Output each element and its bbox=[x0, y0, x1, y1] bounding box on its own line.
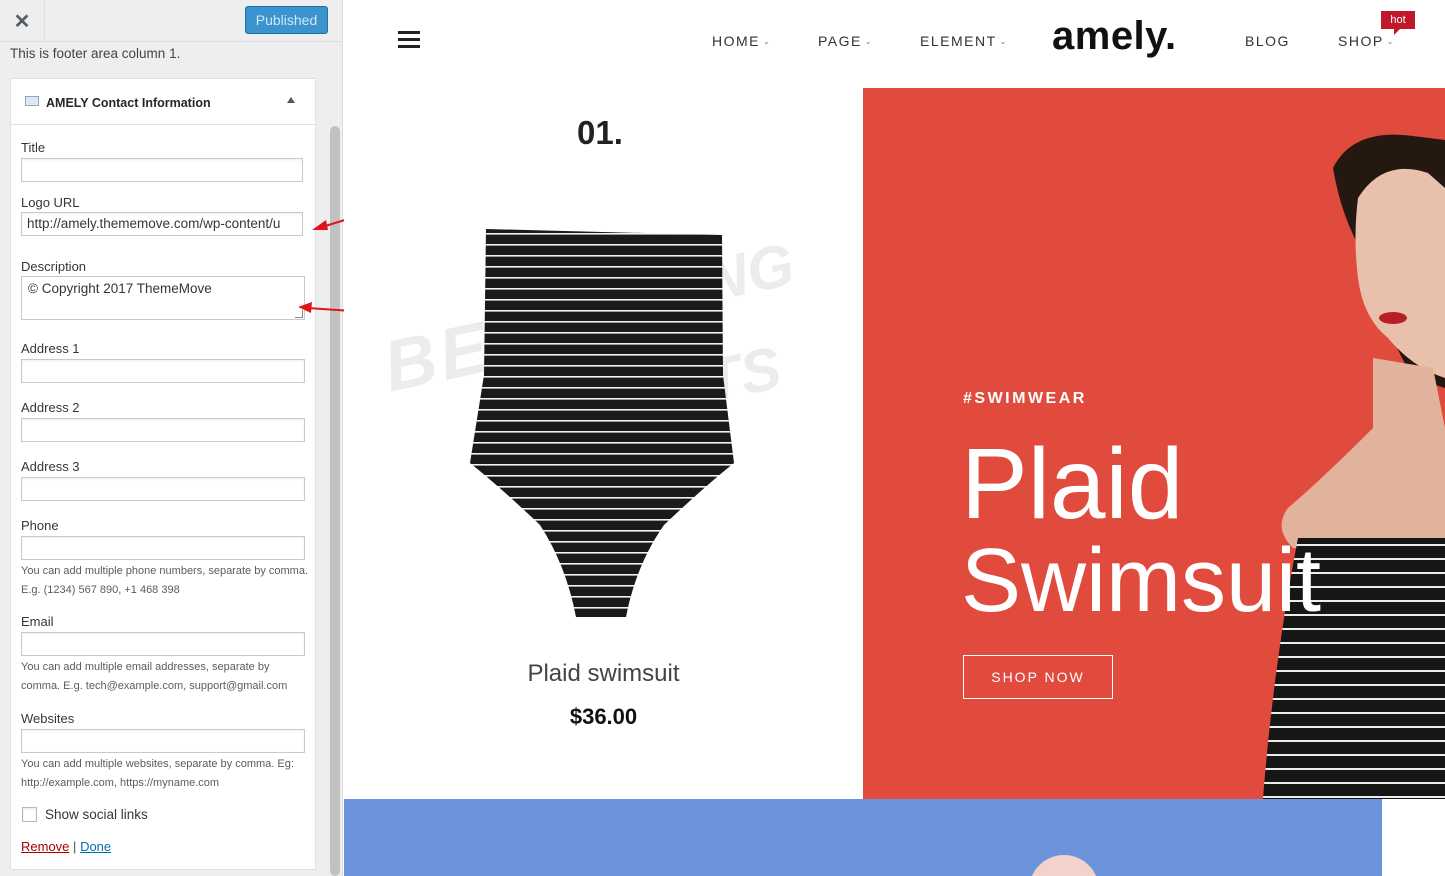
phone-input[interactable] bbox=[21, 536, 305, 560]
next-section-banner bbox=[344, 799, 1382, 876]
hero-banner: #SWIMWEAR Plaid Swimsuit SHOP NOW bbox=[863, 88, 1445, 799]
done-link[interactable]: Done bbox=[80, 839, 111, 854]
phone-label: Phone bbox=[21, 518, 59, 533]
hot-badge-tail bbox=[1394, 29, 1400, 35]
websites-help-text: You can add multiple websites, separate … bbox=[21, 758, 294, 789]
hamburger-menu-icon[interactable] bbox=[398, 31, 420, 49]
remove-link[interactable]: Remove bbox=[21, 839, 69, 854]
address3-input[interactable] bbox=[21, 477, 305, 501]
title-input[interactable] bbox=[21, 158, 303, 182]
description-label: Description bbox=[21, 259, 87, 274]
contact-information-widget: AMELY Contact Information Title Logo URL… bbox=[10, 78, 316, 870]
show-social-links-checkbox[interactable] bbox=[22, 807, 37, 822]
nav-element[interactable]: ELEMENT ⌄ bbox=[920, 33, 1006, 49]
widget-actions: Remove | Done bbox=[21, 839, 111, 854]
widget-image-icon bbox=[25, 96, 39, 106]
logo-url-label: Logo URL bbox=[21, 195, 80, 210]
chevron-down-icon: ⌄ bbox=[763, 37, 770, 46]
site-header: HOME ⌄ PAGE ⌄ ELEMENT ⌄ amely. BLOG SHOP ⌄ h… bbox=[344, 0, 1445, 88]
description-textarea[interactable]: © Copyright 2017 ThemeMove bbox=[21, 276, 305, 320]
product-image[interactable] bbox=[468, 225, 736, 623]
address1-input[interactable] bbox=[21, 359, 305, 383]
product-price: $36.00 bbox=[569, 704, 638, 729]
description-text: © Copyright 2017 ThemeMove bbox=[28, 281, 212, 296]
actions-separator: | bbox=[73, 839, 77, 854]
websites-input[interactable] bbox=[21, 729, 305, 753]
collapse-arrow-icon[interactable] bbox=[287, 97, 295, 103]
title-label: Title bbox=[21, 140, 46, 155]
hero-model-image bbox=[1263, 134, 1445, 799]
site-logo[interactable]: amely. bbox=[1052, 14, 1177, 59]
site-preview: HOME ⌄ PAGE ⌄ ELEMENT ⌄ amely. BLOG SHOP ⌄ h… bbox=[344, 0, 1445, 876]
customizer-sidebar: ✕ Published This is footer area column 1… bbox=[0, 0, 343, 876]
email-input[interactable] bbox=[21, 632, 305, 656]
nav-page[interactable]: PAGE ⌄ bbox=[818, 33, 872, 49]
chevron-down-icon: ⌄ bbox=[999, 37, 1007, 46]
chevron-down-icon: ⌄ bbox=[1386, 37, 1394, 46]
websites-label: Websites bbox=[21, 711, 75, 726]
email-label: Email bbox=[21, 614, 54, 629]
widget-header[interactable]: AMELY Contact Information bbox=[11, 79, 315, 125]
sidebar-scrollbar[interactable] bbox=[330, 126, 340, 876]
product-number: 01. bbox=[577, 114, 623, 151]
phone-help-text: You can add multiple phone numbers, sepa… bbox=[21, 565, 308, 596]
nav-shop[interactable]: SHOP ⌄ bbox=[1338, 33, 1393, 49]
close-icon[interactable]: ✕ bbox=[0, 0, 45, 42]
footer-area-description: This is footer area column 1. bbox=[10, 46, 181, 61]
customizer-header: ✕ Published bbox=[0, 0, 342, 42]
address2-label: Address 2 bbox=[21, 400, 80, 415]
email-help-text: You can add multiple email addresses, se… bbox=[21, 661, 288, 692]
shop-now-button[interactable]: SHOP NOW bbox=[963, 655, 1113, 699]
hot-badge: hot bbox=[1381, 11, 1415, 29]
chevron-down-icon: ⌄ bbox=[864, 37, 872, 46]
show-social-links-label[interactable]: Show social links bbox=[45, 807, 148, 822]
hero-tag: #SWIMWEAR bbox=[963, 390, 1087, 407]
widget-title: AMELY Contact Information bbox=[46, 96, 211, 110]
address1-label: Address 1 bbox=[21, 341, 80, 356]
nav-blog[interactable]: BLOG bbox=[1245, 33, 1290, 49]
hero-title-line2: Swimsuit bbox=[961, 531, 1322, 631]
product-name[interactable]: Plaid swimsuit bbox=[344, 660, 863, 688]
address2-input[interactable] bbox=[21, 418, 305, 442]
hero-title-line1: Plaid bbox=[961, 428, 1184, 540]
published-button[interactable]: Published bbox=[245, 6, 328, 34]
logo-url-input[interactable]: http://amely.thememove.com/wp-content/u bbox=[21, 212, 303, 236]
nav-home[interactable]: HOME ⌄ bbox=[712, 33, 770, 49]
address3-label: Address 3 bbox=[21, 459, 80, 474]
